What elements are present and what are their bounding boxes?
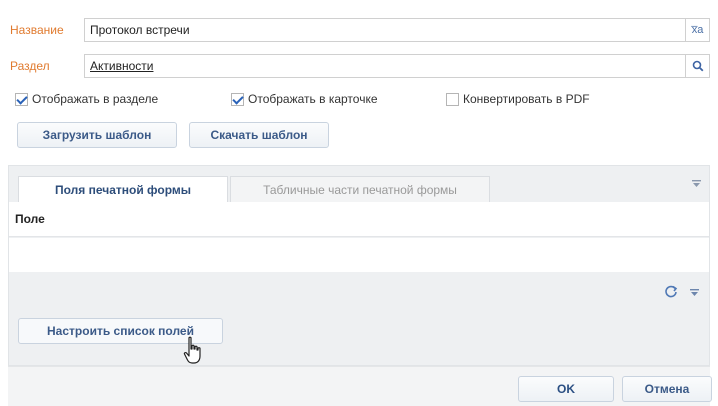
search-icon[interactable] <box>685 54 709 78</box>
tab-print-form-table-parts[interactable]: Табличные части печатной формы <box>230 176 490 202</box>
section-label: Раздел <box>10 59 50 73</box>
refresh-icon[interactable] <box>664 284 678 301</box>
upload-template-button[interactable]: Загрузить шаблон <box>17 122 177 148</box>
section-field-row: Раздел Активности <box>8 54 710 78</box>
grid-column-header[interactable]: Поле <box>9 202 709 237</box>
checkbox-box[interactable] <box>231 92 244 106</box>
show-in-section-checkbox[interactable]: Отображать в разделе <box>15 92 231 106</box>
name-input-value: Протокол встречи <box>90 23 190 37</box>
name-input[interactable]: Протокол встречи x̅a <box>84 18 710 42</box>
download-template-button[interactable]: Скачать шаблон <box>189 122 329 148</box>
options-checkboxes: Отображать в разделе Отображать в карточ… <box>15 92 590 106</box>
print-form-panel: Поля печатной формы Табличные части печа… <box>8 165 710 366</box>
tab-bar: Поля печатной формы Табличные части печа… <box>9 166 709 202</box>
cancel-button[interactable]: Отмена <box>622 376 712 402</box>
grid-body <box>9 238 709 272</box>
ok-button[interactable]: OK <box>518 376 614 402</box>
checkbox-box[interactable] <box>446 92 459 106</box>
grid-toolbar <box>652 284 699 301</box>
grid-menu-icon[interactable] <box>690 286 699 300</box>
translate-icon[interactable]: x̅a <box>685 18 709 42</box>
checkbox-label: Отображать в карточке <box>248 92 378 106</box>
name-label: Название <box>10 23 64 37</box>
checkbox-label: Отображать в разделе <box>32 92 159 106</box>
section-link[interactable]: Активности <box>90 59 153 73</box>
show-in-card-checkbox[interactable]: Отображать в карточке <box>231 92 446 106</box>
convert-pdf-checkbox[interactable]: Конвертировать в PDF <box>446 92 590 106</box>
hand-cursor-icon <box>183 336 205 369</box>
checkbox-box[interactable] <box>15 92 28 106</box>
name-field-row: Название Протокол встречи x̅a <box>8 18 710 42</box>
checkbox-label: Конвертировать в PDF <box>463 92 590 106</box>
tab-menu-icon[interactable] <box>692 180 701 190</box>
tab-print-form-fields[interactable]: Поля печатной формы <box>18 176 228 202</box>
section-input[interactable]: Активности <box>84 54 710 78</box>
